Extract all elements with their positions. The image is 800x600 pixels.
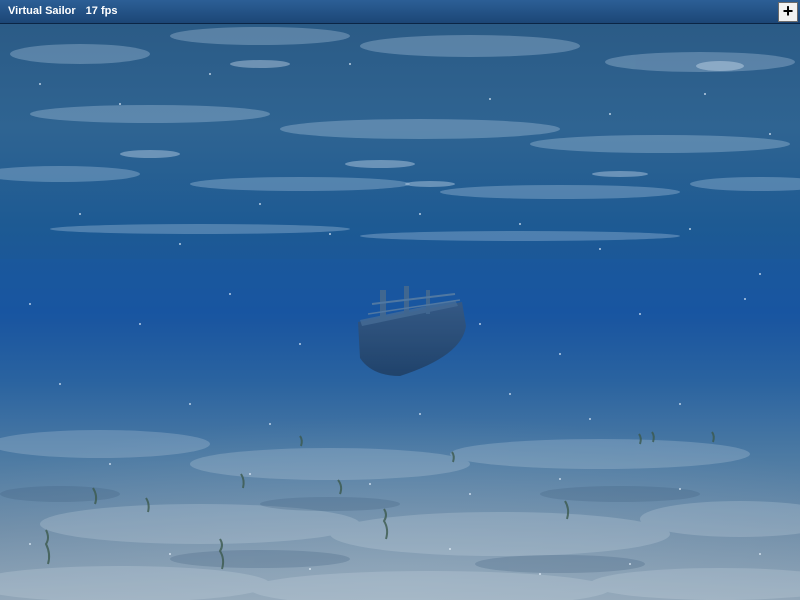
title-bar: Virtual Sailor 17 fps + bbox=[0, 0, 800, 24]
expand-button[interactable]: + bbox=[778, 2, 798, 22]
game-window: Virtual Sailor 17 fps + bbox=[0, 0, 800, 600]
haze-band bbox=[0, 259, 800, 319]
title-text: Virtual Sailor 17 fps bbox=[8, 5, 117, 17]
underwater-viewport[interactable] bbox=[0, 24, 800, 600]
fps-counter: 17 fps bbox=[85, 5, 118, 17]
app-title: Virtual Sailor bbox=[8, 5, 76, 17]
scene-canvas[interactable] bbox=[0, 24, 800, 600]
